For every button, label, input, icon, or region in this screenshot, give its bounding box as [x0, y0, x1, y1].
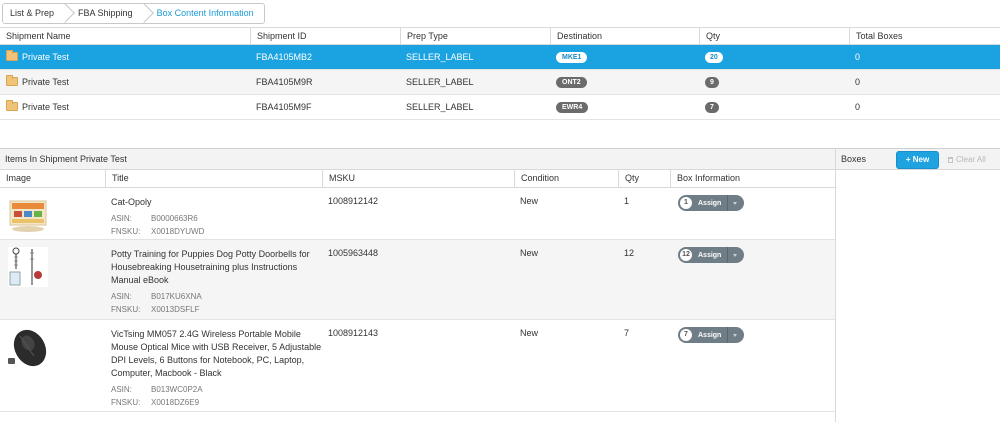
shipments-header: Shipment Name Shipment ID Prep Type Dest…	[0, 28, 1000, 45]
qty-badge: 7	[705, 102, 719, 113]
breadcrumb-fba-shipping[interactable]: FBA Shipping	[64, 4, 154, 23]
assign-count: 7	[680, 329, 692, 341]
item-condition: New	[520, 248, 539, 258]
item-asin: B0000663R6	[151, 214, 198, 223]
shipment-id: FBA4105M9R	[256, 77, 313, 87]
item-condition: New	[520, 196, 539, 206]
folder-icon	[6, 50, 18, 61]
shipment-row[interactable]: Private Test FBA4105M9R SELLER_LABEL ONT…	[0, 70, 1000, 95]
column-destination[interactable]: Destination	[550, 28, 699, 44]
caret-down-icon	[733, 333, 738, 337]
prep-type: SELLER_LABEL	[406, 77, 474, 87]
qty-badge: 9	[705, 77, 719, 88]
breadcrumb-bar: List & Prep FBA Shipping Box Content Inf…	[0, 0, 1000, 28]
table-row[interactable]: VicTsing MM057 2.4G Wireless Portable Mo…	[0, 320, 835, 412]
shipment-id: FBA4105M9F	[256, 102, 312, 112]
item-fnsku: X0018DYUWD	[151, 227, 205, 236]
item-title: VicTsing MM057 2.4G Wireless Portable Mo…	[111, 329, 322, 378]
product-image	[9, 200, 47, 232]
column-qty[interactable]: Qty	[699, 28, 849, 44]
column-msku[interactable]: MSKU	[322, 170, 514, 187]
caret-down-icon	[733, 201, 738, 205]
shipment-row[interactable]: Private Test FBA4105MB2 SELLER_LABEL MKE…	[0, 45, 1000, 70]
item-qty: 12	[624, 248, 635, 258]
boxes-panel: Boxes + New Clear All	[835, 148, 1000, 422]
assign-button[interactable]: 7 Assign	[678, 327, 744, 343]
item-asin: B013WC0P2A	[151, 385, 203, 394]
item-title: Potty Training for Puppies Dog Potty Doo…	[111, 249, 310, 285]
prep-type: SELLER_LABEL	[406, 102, 474, 112]
breadcrumb-list-prep[interactable]: List & Prep	[3, 4, 75, 23]
shipment-id: FBA4105MB2	[256, 52, 313, 62]
total-boxes: 0	[855, 52, 861, 62]
column-prep-type[interactable]: Prep Type	[400, 28, 550, 44]
shipment-name: Private Test	[22, 52, 69, 62]
breadcrumb-box-content[interactable]: Box Content Information	[142, 4, 264, 23]
column-total-boxes[interactable]: Total Boxes	[849, 28, 1000, 44]
qty-badge: 20	[705, 52, 723, 63]
assign-button[interactable]: 12 Assign	[678, 247, 744, 263]
shipment-name: Private Test	[22, 102, 69, 112]
table-row[interactable]: Cat-Opoly ASIN: B0000663R6 FNSKU: X0018DYU…	[0, 188, 835, 240]
assign-button[interactable]: 1 Assign	[678, 195, 744, 211]
assign-count: 12	[680, 249, 692, 261]
boxes-header: Boxes + New Clear All	[836, 149, 1000, 170]
clear-all-button[interactable]: Clear All	[948, 151, 998, 169]
column-shipment-id[interactable]: Shipment ID	[250, 28, 400, 44]
folder-icon	[6, 75, 18, 86]
items-header: Image Title MSKU Condition Qty Box Infor…	[0, 170, 835, 188]
destination-badge: ONT2	[556, 77, 587, 88]
item-qty: 1	[624, 196, 630, 206]
shipments-table: Shipment Name Shipment ID Prep Type Dest…	[0, 28, 1000, 120]
item-fnsku: X0018DZ6E9	[151, 398, 200, 407]
assign-count: 1	[680, 197, 692, 209]
product-image	[8, 329, 47, 367]
items-panel: Items In Shipment Private Test Image Tit…	[0, 148, 835, 422]
shipment-name: Private Test	[22, 77, 69, 87]
item-condition: New	[520, 328, 539, 338]
column-box-information[interactable]: Box Information	[670, 170, 835, 187]
column-shipment-name[interactable]: Shipment Name	[0, 28, 250, 44]
total-boxes: 0	[855, 102, 861, 112]
breadcrumb: List & Prep FBA Shipping Box Content Inf…	[2, 3, 265, 24]
item-asin: B017KU6XNA	[151, 292, 202, 301]
column-condition[interactable]: Condition	[514, 170, 618, 187]
total-boxes: 0	[855, 77, 861, 87]
product-image	[8, 247, 48, 287]
item-title: Cat-Opoly	[111, 197, 152, 207]
folder-icon	[6, 100, 18, 111]
column-image[interactable]: Image	[0, 170, 105, 187]
shipment-row[interactable]: Private Test FBA4105M9F SELLER_LABEL EWR…	[0, 95, 1000, 120]
item-msku: 1008912143	[328, 328, 379, 338]
boxes-title: Boxes	[841, 154, 867, 164]
trash-icon	[948, 157, 953, 163]
item-msku: 1008912142	[328, 196, 379, 206]
new-box-button[interactable]: + New	[896, 151, 939, 169]
destination-badge: EWR4	[556, 102, 589, 113]
caret-down-icon	[733, 253, 738, 257]
item-qty: 7	[624, 328, 630, 338]
column-title[interactable]: Title	[105, 170, 322, 187]
item-fnsku: X0013DSFLF	[151, 305, 200, 314]
items-panel-title: Items In Shipment Private Test	[0, 149, 835, 170]
table-row[interactable]: Potty Training for Puppies Dog Potty Doo…	[0, 240, 835, 320]
destination-badge: MKE1	[556, 52, 588, 63]
prep-type: SELLER_LABEL	[406, 52, 474, 62]
item-msku: 1005963448	[328, 248, 379, 258]
column-qty[interactable]: Qty	[618, 170, 670, 187]
